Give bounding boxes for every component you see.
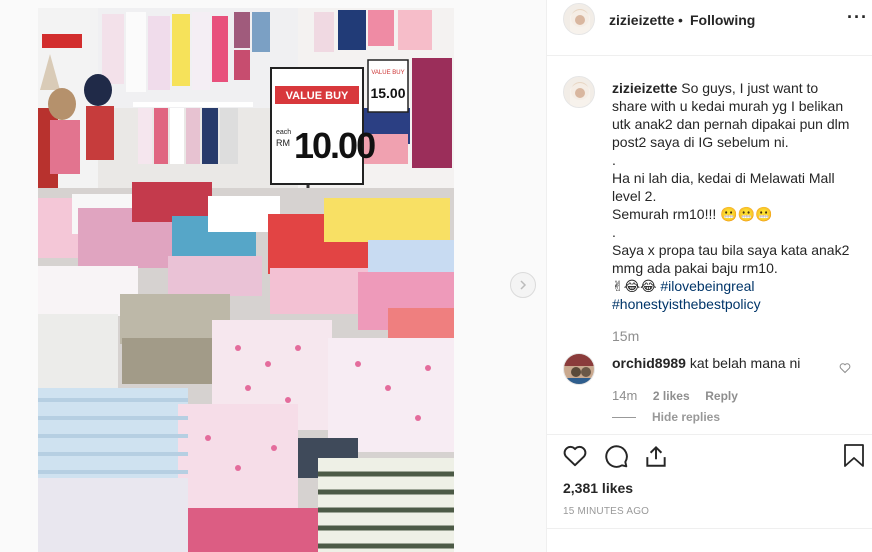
next-photo-button[interactable] [510, 272, 536, 298]
sign-price: 10.00 [294, 125, 375, 166]
caption-timestamp: 15m [612, 328, 640, 344]
post-actions [547, 443, 872, 475]
comment-username[interactable]: orchid8989 [612, 355, 686, 371]
comment-text: kat belah mana ni [689, 355, 801, 371]
more-horizontal-icon[interactable]: ··· [847, 7, 868, 28]
post-sidebar: zizieizette • Following ··· zizieizette … [547, 0, 872, 552]
comment-icon[interactable] [603, 443, 629, 469]
small-sign-price: 15.00 [370, 85, 405, 101]
avatar[interactable] [563, 3, 595, 35]
divider [547, 528, 872, 529]
post-author-username[interactable]: zizieizette [609, 12, 674, 28]
comment-meta: 14m 2 likes Reply [612, 388, 750, 403]
caption-line: Semurah rm10!!! 😬😬😬 [612, 206, 773, 222]
following-button[interactable]: Following [690, 12, 755, 28]
store-photo-illustration: VALUE BUY each RM 10.00 VALUE BUY 15.00 [38, 8, 454, 552]
commenter-avatar[interactable] [563, 353, 595, 385]
post-photo[interactable]: VALUE BUY each RM 10.00 VALUE BUY 15.00 [38, 8, 454, 552]
hide-replies-button[interactable]: Hide replies [612, 410, 720, 424]
photo-pane: VALUE BUY each RM 10.00 VALUE BUY 15.00 [0, 0, 546, 552]
divider [612, 416, 636, 418]
small-sign-title: VALUE BUY [371, 70, 404, 76]
post-caption: zizieizette So guys, I just want to shar… [612, 79, 857, 313]
sign-currency: RM [276, 138, 290, 148]
hide-replies-label: Hide replies [652, 410, 721, 424]
caption-username[interactable]: zizieizette [612, 80, 677, 96]
reply-button[interactable]: Reply [705, 389, 738, 403]
share-icon[interactable] [643, 443, 669, 469]
bookmark-icon[interactable] [843, 443, 865, 469]
avatar-image [564, 354, 594, 384]
avatar-image [564, 4, 594, 34]
post-header: zizieizette • Following ··· [547, 0, 872, 56]
caption-line: Saya x propa tau bila saya kata anak2 mm… [612, 242, 850, 276]
header-separator: • [678, 12, 683, 28]
divider [547, 434, 872, 435]
comment-timestamp: 14m [612, 388, 638, 403]
heart-icon[interactable] [562, 443, 588, 469]
heart-icon[interactable] [839, 362, 851, 374]
comment-likes[interactable]: 2 likes [653, 389, 690, 403]
sign-title: VALUE BUY [286, 90, 349, 102]
post-time-ago: 15 MINUTES AGO [563, 506, 650, 517]
sign-each: each [276, 129, 291, 136]
caption-line: . [612, 224, 616, 240]
avatar-image [564, 77, 594, 107]
caption-emoji: ✌😂😂 [612, 278, 657, 294]
caption-line: Ha ni lah dia, kedai di Melawati Mall le… [612, 170, 835, 204]
caption-avatar[interactable] [563, 76, 595, 108]
hashtag-link[interactable]: #honestyisthebestpolicy [612, 296, 761, 312]
hashtag-link[interactable]: #ilovebeingreal [660, 278, 754, 294]
comment: orchid8989 kat belah mana ni [612, 355, 800, 371]
caption-line: . [612, 152, 616, 168]
likes-count[interactable]: 2,381 likes [563, 480, 633, 496]
chevron-right-icon [520, 280, 527, 290]
comments-section: zizieizette So guys, I just want to shar… [547, 56, 872, 436]
